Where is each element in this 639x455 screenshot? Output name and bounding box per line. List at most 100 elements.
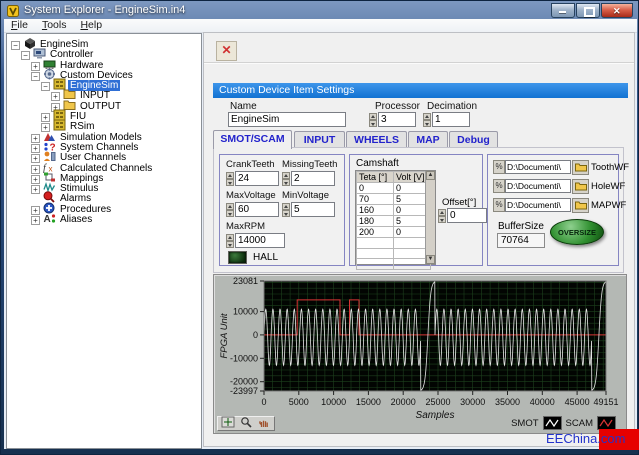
zoom-button[interactable]	[238, 418, 254, 430]
maximize-button[interactable]	[576, 3, 600, 18]
name-input[interactable]	[228, 112, 346, 127]
tree-item-mappings[interactable]: +Mappings	[7, 171, 201, 181]
oversize-button[interactable]: OVERSIZE	[550, 219, 604, 245]
menu-tools[interactable]: Tools	[35, 19, 74, 32]
camshaft-label: Camshaft	[356, 158, 399, 169]
browse-folder-button[interactable]	[572, 160, 589, 175]
browse-folder-button[interactable]	[572, 179, 589, 194]
decimation-spinner[interactable]	[423, 113, 431, 127]
crankteeth-input[interactable]	[235, 171, 279, 186]
table-cell[interactable]: 180	[357, 216, 394, 227]
plot-area[interactable]: 23081100000-10000-20000-2399705000100001…	[214, 275, 626, 433]
offset-input[interactable]	[447, 208, 487, 223]
table-cell[interactable]: 70	[357, 194, 394, 205]
table-row[interactable]: 1600	[357, 205, 431, 216]
legend-swatch-scam[interactable]	[597, 416, 616, 430]
missingteeth-spinner[interactable]	[282, 172, 290, 186]
tree-item-alarms[interactable]: Alarms	[7, 191, 201, 201]
table-row[interactable]	[357, 248, 431, 259]
browse-folder-button[interactable]	[572, 198, 589, 213]
collapse-icon[interactable]: −	[11, 41, 20, 50]
close-button[interactable]: ✕	[601, 3, 633, 18]
legend-swatch-smot[interactable]	[543, 416, 562, 430]
crosshair-button[interactable]	[220, 418, 236, 430]
titlebar[interactable]: System Explorer - EngineSim.in4 ✕	[1, 1, 638, 19]
table-cell[interactable]: 0	[357, 183, 394, 194]
tree-item-output[interactable]: +OUTPUT	[7, 99, 201, 109]
camshaft-group: Camshaft Teta [°]Volt [V]007051600180520…	[349, 154, 483, 266]
legend-label-scam: SCAM	[566, 418, 593, 429]
toothwf-path-input[interactable]	[505, 160, 571, 174]
processor-input[interactable]	[378, 112, 416, 127]
close-page-button[interactable]: ✕	[216, 41, 237, 61]
scroll-down-icon[interactable]: ▼	[426, 255, 435, 264]
system-tree[interactable]: −EngineSim−Controller+Hardware−Custom De…	[6, 33, 202, 449]
tab-map[interactable]: MAP	[408, 131, 448, 148]
table-row[interactable]	[357, 259, 431, 270]
tab-input[interactable]: INPUT	[294, 131, 345, 148]
collapse-icon[interactable]: −	[31, 72, 40, 81]
tree-item-input[interactable]: +INPUT	[7, 88, 201, 98]
tree-item-user-channels[interactable]: +User Channels	[7, 150, 201, 160]
table-row[interactable]: 1805	[357, 216, 431, 227]
tree-item-rsim[interactable]: +RSim	[7, 119, 201, 129]
tree-item-controller[interactable]: −Controller	[7, 47, 201, 57]
tab-smot-scam[interactable]: SMOT/SCAM	[213, 130, 292, 149]
table-cell[interactable]: 200	[357, 227, 394, 238]
crank-settings-group: HALL CrankTeethMissingTeethMaxVoltageMin…	[219, 154, 345, 266]
minvoltage-input[interactable]	[291, 202, 335, 217]
tree-item-enginesim[interactable]: −EngineSim	[7, 37, 201, 47]
svg-text:A: A	[44, 214, 51, 224]
camshaft-table[interactable]: Teta [°]Volt [V]00705160018052000▲▼	[355, 170, 436, 265]
folder-icon	[575, 182, 587, 191]
holewf-path-input[interactable]	[505, 179, 571, 193]
missingteeth-label: MissingTeeth	[282, 159, 337, 170]
tab-debug[interactable]: Debug	[449, 131, 498, 148]
decimation-input[interactable]	[432, 112, 470, 127]
tree-item-system-channels[interactable]: +?System Channels	[7, 140, 201, 150]
table-scrollbar[interactable]: ▲▼	[425, 171, 435, 264]
table-row[interactable]	[357, 238, 431, 249]
collapse-icon[interactable]: −	[21, 51, 30, 60]
crankteeth-spinner[interactable]	[226, 172, 234, 186]
maxrpm-spinner[interactable]	[226, 234, 234, 248]
mapwf-path-input[interactable]	[505, 198, 571, 212]
missingteeth-input[interactable]	[291, 171, 335, 186]
decimation-field	[423, 112, 470, 127]
hall-led-button[interactable]	[228, 251, 247, 264]
name-label: Name	[230, 101, 257, 112]
tree-item-simulation-models[interactable]: +Simulation Models	[7, 130, 201, 140]
maxrpm-label: MaxRPM	[226, 221, 285, 232]
minimize-icon	[559, 11, 566, 13]
camshaft-table-grid[interactable]: Teta [°]Volt [V]00705160018052000	[356, 171, 431, 270]
menu-help[interactable]: Help	[73, 19, 109, 32]
tab-wheels[interactable]: WHEELS	[346, 131, 407, 148]
tree-item-custom-devices[interactable]: −Custom Devices	[7, 68, 201, 78]
table-cell[interactable]	[357, 259, 394, 270]
tree-item-hardware[interactable]: +Hardware	[7, 58, 201, 68]
maxvoltage-input[interactable]	[235, 202, 279, 217]
scroll-up-icon[interactable]: ▲	[426, 171, 435, 180]
system-explorer-window: System Explorer - EngineSim.in4 ✕ FileTo…	[0, 0, 639, 455]
table-row[interactable]: 00	[357, 183, 431, 194]
menu-file[interactable]: File	[4, 19, 35, 32]
table-row[interactable]: 705	[357, 194, 431, 205]
processor-spinner[interactable]	[369, 113, 377, 127]
collapse-icon[interactable]: −	[41, 82, 50, 91]
maxvoltage-spinner[interactable]	[226, 203, 234, 217]
pan-hand-button[interactable]	[256, 418, 272, 430]
minimize-button[interactable]	[551, 3, 575, 18]
maxrpm-input[interactable]	[235, 233, 285, 248]
close-icon: ✕	[613, 6, 621, 17]
table-cell[interactable]	[357, 248, 394, 259]
offset-spinner[interactable]	[438, 209, 446, 223]
table-cell[interactable]: 160	[357, 205, 394, 216]
tree-item-procedures[interactable]: +Procedures	[7, 202, 201, 212]
table-cell[interactable]	[357, 238, 394, 249]
svg-text:5000: 5000	[289, 397, 309, 407]
minvoltage-spinner[interactable]	[282, 203, 290, 217]
expand-icon[interactable]: +	[31, 216, 40, 225]
svg-text:-10000: -10000	[230, 353, 258, 363]
tree-item-calculated-channels[interactable]: +fxCalculated Channels	[7, 161, 201, 171]
table-row[interactable]: 2000	[357, 227, 431, 238]
